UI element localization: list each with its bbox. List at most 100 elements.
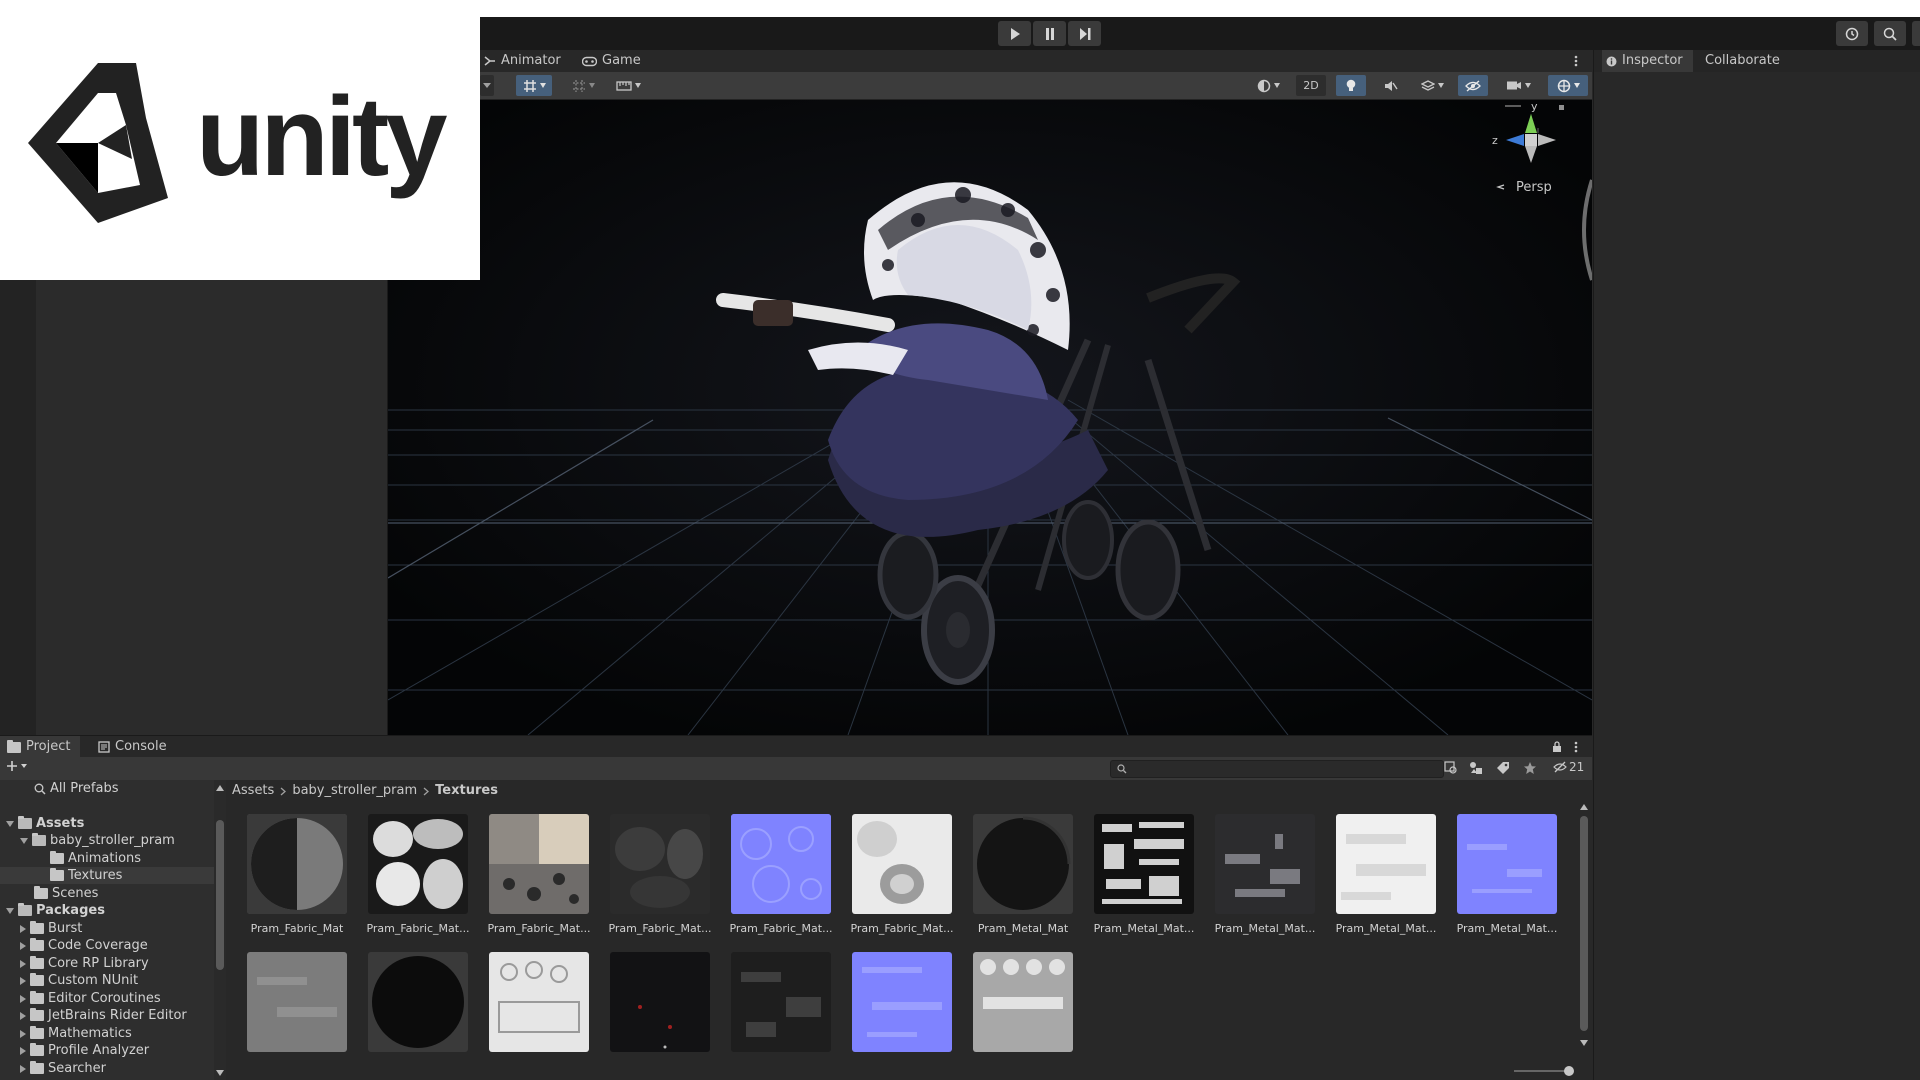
tag-icon[interactable]	[1496, 761, 1510, 775]
layers-button[interactable]	[1912, 21, 1920, 46]
asset-item[interactable]: Pram_Fabric_Mat...	[487, 814, 591, 935]
asset-item[interactable]	[850, 952, 954, 1052]
inspector-panel[interactable]: Inspector Collaborate	[1593, 50, 1920, 1080]
asset-item[interactable]: Pram_Metal_Mat	[971, 814, 1075, 935]
asset-item[interactable]: Pram_Fabric_Mat...	[608, 814, 712, 935]
effects-dropdown[interactable]	[1414, 75, 1450, 96]
lighting-toggle[interactable]	[1336, 75, 1366, 96]
play-button[interactable]	[998, 21, 1031, 46]
pause-button[interactable]	[1033, 21, 1066, 46]
asset-item[interactable]	[245, 952, 349, 1052]
expand-arrow-icon[interactable]	[20, 1046, 26, 1055]
chevron-up-icon[interactable]	[216, 785, 224, 791]
grid-snap-button[interactable]	[516, 75, 552, 96]
asset-item[interactable]: Pram_Fabric_Mat	[245, 814, 349, 935]
lock-icon[interactable]	[1552, 741, 1562, 753]
tree-scrollbar[interactable]	[214, 780, 226, 1080]
expand-arrow-icon[interactable]	[6, 820, 14, 827]
tree-item-package[interactable]: JetBrains Rider Editor	[20, 1007, 187, 1024]
tree-item-package[interactable]: Burst	[20, 920, 82, 937]
chevron-up-icon[interactable]	[1580, 804, 1588, 810]
tree-item-package[interactable]: Core RP Library	[20, 955, 149, 972]
chevron-down-icon[interactable]	[216, 1070, 224, 1076]
tree-item-package[interactable]: Code Coverage	[20, 937, 148, 954]
asset-item[interactable]: Pram_Fabric_Mat...	[729, 814, 833, 935]
tree-item-assets[interactable]: Assets	[6, 815, 84, 832]
tree-item-packages[interactable]: Packages	[6, 902, 105, 919]
filter-by-type-icon[interactable]	[1469, 761, 1483, 775]
asset-item[interactable]	[971, 952, 1075, 1052]
asset-scrollbar[interactable]	[1578, 802, 1590, 1057]
thumbnail-size-slider-handle[interactable]	[1564, 1066, 1574, 1076]
hidden-packages-toggle[interactable]: 21	[1553, 760, 1584, 774]
expand-arrow-icon[interactable]	[20, 837, 28, 844]
tab-console[interactable]: Console	[98, 736, 167, 758]
project-folder-tree[interactable]: All Prefabs Assets baby_stroller_pram An…	[0, 780, 214, 1080]
menu-dots-icon[interactable]	[1574, 741, 1578, 753]
camera-dropdown[interactable]	[1498, 75, 1538, 96]
search-input[interactable]	[1110, 760, 1444, 778]
asset-item[interactable]: Pram_Metal_Mat...	[1455, 814, 1559, 935]
expand-arrow-icon[interactable]	[6, 907, 14, 914]
breadcrumb-textures[interactable]: Textures	[435, 780, 498, 802]
asset-item[interactable]	[608, 952, 712, 1052]
scene-visibility-toggle[interactable]	[1458, 75, 1488, 96]
tree-item-all-prefabs[interactable]: All Prefabs	[34, 780, 119, 797]
scene-viewport[interactable]: y z Persp	[388, 100, 1592, 735]
draw-mode-dropdown[interactable]	[480, 75, 494, 96]
tree-item-textures[interactable]: Textures	[0, 867, 214, 884]
mode-2d-button[interactable]: 2D	[1296, 75, 1326, 96]
expand-arrow-icon[interactable]	[20, 1064, 26, 1073]
asset-item[interactable]	[366, 952, 470, 1052]
expand-arrow-icon[interactable]	[20, 1029, 26, 1038]
asset-item[interactable]: Pram_Metal_Mat...	[1334, 814, 1438, 935]
tree-item-package[interactable]: Searcher	[20, 1060, 106, 1077]
asset-item[interactable]	[729, 952, 833, 1052]
chevron-down-icon[interactable]	[1580, 1040, 1588, 1046]
expand-arrow-icon[interactable]	[20, 976, 26, 985]
tree-item-package[interactable]: Editor Coroutines	[20, 990, 161, 1007]
hierarchy-panel[interactable]	[36, 280, 388, 735]
expand-arrow-icon[interactable]	[20, 924, 26, 933]
asset-item[interactable]	[487, 952, 591, 1052]
tree-item-scenes[interactable]: Scenes	[34, 885, 98, 902]
create-button[interactable]	[6, 760, 27, 772]
tree-item-baby-stroller-pram[interactable]: baby_stroller_pram	[20, 832, 175, 849]
asset-item[interactable]: Pram_Fabric_Mat...	[366, 814, 470, 935]
tree-item-animations[interactable]: Animations	[50, 850, 141, 867]
expand-arrow-icon[interactable]	[20, 994, 26, 1003]
asset-item[interactable]: Pram_Fabric_Mat...	[850, 814, 954, 935]
expand-arrow-icon[interactable]	[20, 1011, 26, 1020]
grid-visibility-button[interactable]	[565, 75, 601, 96]
lightbulb-icon	[1346, 79, 1356, 91]
audio-toggle[interactable]	[1376, 75, 1406, 96]
tab-game[interactable]: Game	[582, 50, 641, 72]
shading-mode-button[interactable]	[1250, 75, 1286, 96]
step-button[interactable]	[1068, 21, 1101, 46]
tree-item-package[interactable]: Mathematics	[20, 1025, 132, 1042]
asset-item[interactable]: Pram_Metal_Mat...	[1092, 814, 1196, 935]
tab-collaborate[interactable]: Collaborate	[1705, 50, 1780, 72]
tree-scroll-thumb[interactable]	[216, 820, 224, 970]
asset-scroll-thumb[interactable]	[1580, 816, 1588, 1031]
gizmos-dropdown[interactable]	[1548, 75, 1588, 96]
projection-label[interactable]: Persp	[1516, 180, 1552, 195]
breadcrumb-assets[interactable]: Assets	[232, 780, 274, 802]
history-button[interactable]	[1836, 21, 1868, 46]
star-icon[interactable]	[1523, 761, 1537, 775]
menu-dots-icon[interactable]	[1574, 55, 1578, 67]
search-button[interactable]	[1874, 21, 1906, 46]
tab-animator[interactable]: Animator	[484, 50, 561, 72]
thumbnail-size-slider-track[interactable]	[1514, 1070, 1570, 1072]
asset-item[interactable]: Pram_Metal_Mat...	[1213, 814, 1317, 935]
tab-inspector[interactable]: Inspector	[1602, 50, 1693, 72]
tab-project[interactable]: Project	[0, 736, 81, 758]
tree-item-package[interactable]: Custom NUnit	[20, 972, 138, 989]
increment-snap-button[interactable]	[610, 75, 646, 96]
breadcrumb-baby-stroller-pram[interactable]: baby_stroller_pram	[292, 780, 417, 802]
expand-arrow-icon[interactable]	[20, 941, 26, 950]
search-by-type-icon[interactable]	[1444, 761, 1458, 775]
asset-grid-area[interactable]: Assets baby_stroller_pram Textures Pram_…	[226, 780, 1592, 1080]
expand-arrow-icon[interactable]	[20, 959, 26, 968]
tree-item-package[interactable]: Profile Analyzer	[20, 1042, 149, 1059]
